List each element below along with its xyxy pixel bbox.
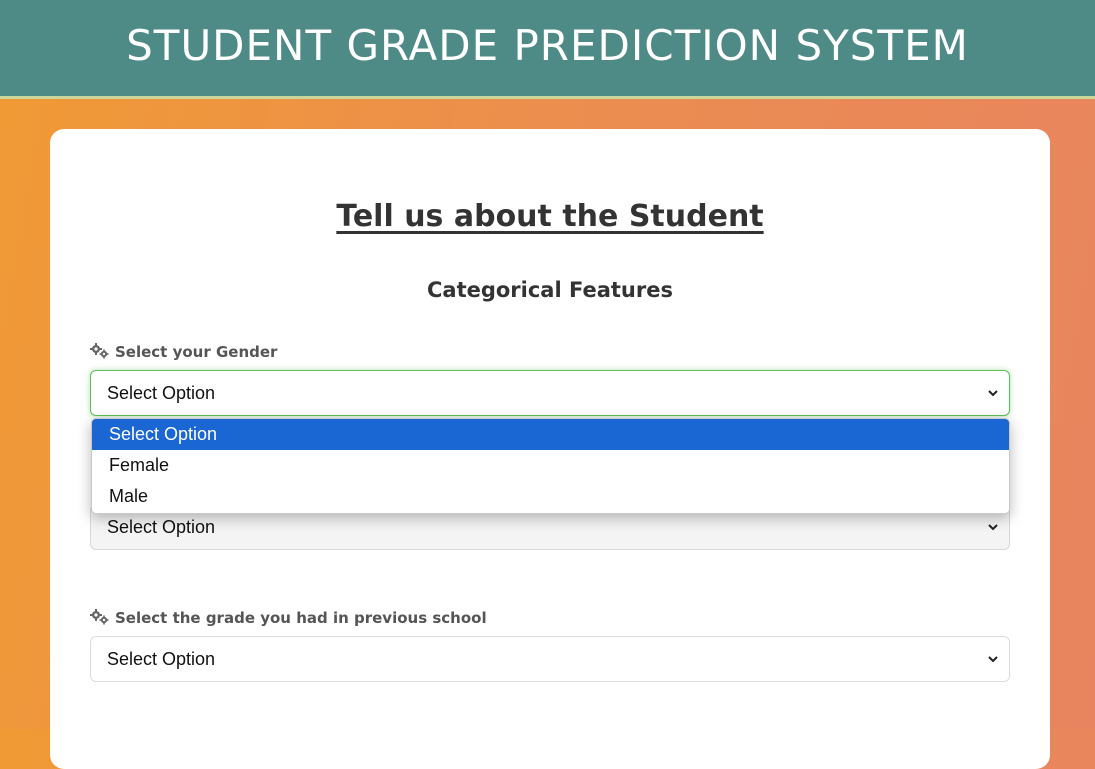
gender-label-text: Select your Gender — [115, 343, 278, 361]
dropdown-option-male[interactable]: Male — [92, 481, 1009, 512]
form-card: Tell us about the Student Categorical Fe… — [50, 129, 1050, 769]
gender-label: Select your Gender — [90, 343, 277, 361]
gears-icon — [90, 609, 110, 625]
gender-select-value: Select Option — [107, 382, 216, 403]
page-title: STUDENT GRADE PREDICTION SYSTEM — [126, 20, 969, 70]
dropdown-option-select-option[interactable]: Select Option — [92, 419, 1009, 450]
second-select-value: Select Option — [107, 516, 216, 537]
previous-grade-label-text: Select the grade you had in previous sch… — [115, 609, 487, 627]
chevron-down-icon — [987, 653, 999, 665]
dropdown-option-female[interactable]: Female — [92, 450, 1009, 481]
gears-icon — [90, 343, 110, 359]
previous-grade-select-value: Select Option — [107, 648, 216, 669]
card-title: Tell us about the Student — [336, 199, 764, 234]
gender-select[interactable]: Select Option — [90, 370, 1010, 416]
chevron-down-icon — [987, 521, 999, 533]
app-header: STUDENT GRADE PREDICTION SYSTEM — [0, 0, 1095, 99]
section-title: Categorical Features — [426, 278, 673, 302]
previous-grade-select[interactable]: Select Option — [90, 636, 1010, 682]
previous-grade-label: Select the grade you had in previous sch… — [90, 609, 487, 627]
gender-dropdown-list: Select Option Female Male — [91, 418, 1010, 514]
chevron-down-icon — [987, 387, 999, 399]
